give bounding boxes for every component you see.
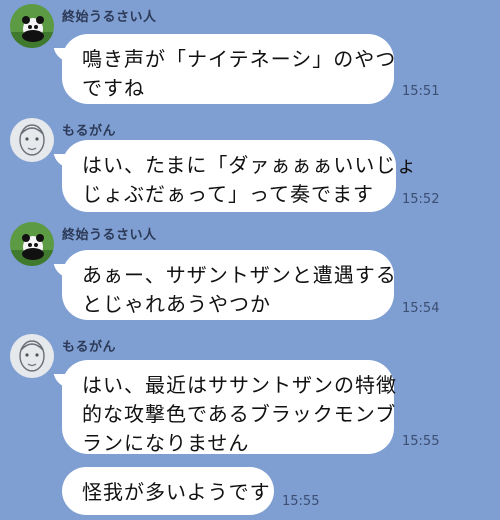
message-time: 15:52 [402,192,440,207]
message-time: 15:55 [282,494,320,509]
message-time: 15:54 [402,301,440,316]
message-bubble[interactable]: あぁー、サザントザンと遭遇する とじゃれあうやつか [62,250,396,320]
sender-name: もるがん [62,124,117,139]
message-bubble[interactable]: はい、たまに「ダァぁぁぁいいじょ じょぶだぁって」って奏でます [62,140,416,212]
sender-name: もるがん [62,340,117,355]
message-bubble[interactable]: 怪我が多いようです [62,467,274,515]
panda-avatar[interactable] [10,4,54,48]
message-bubble[interactable]: 鳴き声が「ナイテネーシ」のやつ ですね [62,34,395,104]
message-time: 15:51 [402,84,440,99]
panda-avatar[interactable] [10,222,54,266]
sketch-avatar[interactable] [10,334,54,378]
message-bubble[interactable]: はい、最近はササントザンの特徴 的な攻撃色であるブラックモンブ ランになりません [62,360,396,455]
sender-name: 終始うるさい人 [62,10,157,25]
message-time: 15:55 [402,434,440,449]
sketch-avatar[interactable] [10,118,54,162]
sender-name: 終始うるさい人 [62,228,157,243]
